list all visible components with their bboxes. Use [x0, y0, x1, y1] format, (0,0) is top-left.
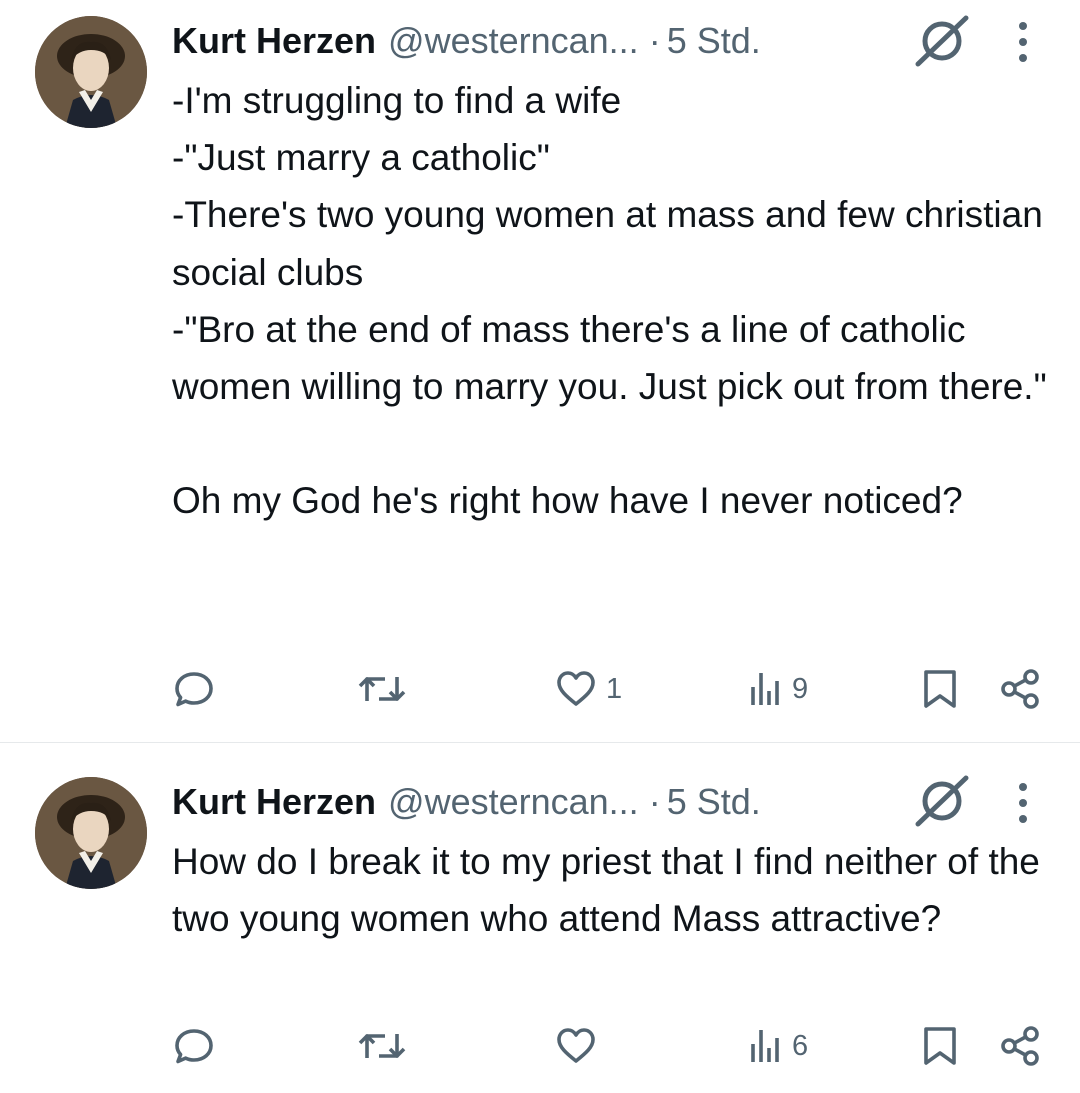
bookmark-icon [924, 670, 956, 708]
views-icon [751, 1030, 779, 1062]
tweet-actions: 6 [0, 1021, 1080, 1071]
like-button[interactable]: 1 [554, 664, 622, 714]
tweet-timestamp[interactable]: 5 Std. [667, 777, 761, 827]
tweet-text: How do I break it to my priest that I fi… [172, 841, 1051, 940]
separator-dot: · [648, 781, 661, 822]
tweet[interactable]: Kurt Herzen @westerncan... · 5 Std. How … [0, 743, 1080, 1093]
tweet[interactable]: Kurt Herzen @westerncan... · 5 Std. -I'm… [0, 0, 1080, 742]
avatar[interactable] [35, 16, 147, 128]
bookmark-button[interactable] [918, 664, 962, 714]
avatar[interactable] [35, 777, 147, 889]
separator-dot: · [648, 20, 661, 61]
author-name[interactable]: Kurt Herzen [172, 777, 376, 827]
retweet-button[interactable] [357, 664, 407, 714]
views-button[interactable]: 6 [748, 1021, 808, 1071]
no-entry-icon [912, 14, 970, 72]
tweet-header: Kurt Herzen @westerncan... · 5 Std. [172, 777, 761, 827]
avatar-portrait-image [35, 16, 147, 128]
tweet-timestamp[interactable]: 5 Std. [667, 16, 761, 66]
like-button[interactable] [554, 1021, 606, 1071]
retweet-icon [358, 677, 406, 701]
views-count: 9 [792, 672, 809, 705]
heart-icon [557, 671, 595, 706]
reply-button[interactable] [172, 664, 216, 714]
author-name[interactable]: Kurt Herzen [172, 16, 376, 66]
share-icon [1001, 669, 1039, 709]
more-vertical-icon[interactable] [1015, 781, 1031, 825]
bookmark-button[interactable] [918, 1021, 962, 1071]
avatar-portrait-image [35, 777, 147, 889]
reply-icon [175, 672, 213, 707]
share-icon [1001, 1026, 1039, 1066]
views-count: 6 [792, 1029, 809, 1062]
heart-icon [557, 1028, 595, 1063]
reply-button[interactable] [172, 1021, 216, 1071]
tweet-actions: 1 9 [0, 664, 1080, 714]
author-handle[interactable]: @westerncan... [388, 16, 639, 66]
no-entry-icon [912, 774, 970, 832]
retweet-icon [358, 1034, 406, 1058]
views-button[interactable]: 9 [748, 664, 808, 714]
retweet-button[interactable] [357, 1021, 407, 1071]
share-button[interactable] [998, 664, 1042, 714]
bookmark-icon [924, 1027, 956, 1065]
author-handle[interactable]: @westerncan... [388, 777, 639, 827]
more-vertical-icon[interactable] [1015, 20, 1031, 64]
tweet-text: -I'm struggling to find a wife -"Just ma… [172, 80, 1047, 522]
share-button[interactable] [998, 1021, 1042, 1071]
like-count: 1 [606, 672, 623, 705]
reply-icon [175, 1029, 213, 1064]
views-icon [751, 673, 779, 705]
tweet-header: Kurt Herzen @westerncan... · 5 Std. [172, 16, 761, 66]
